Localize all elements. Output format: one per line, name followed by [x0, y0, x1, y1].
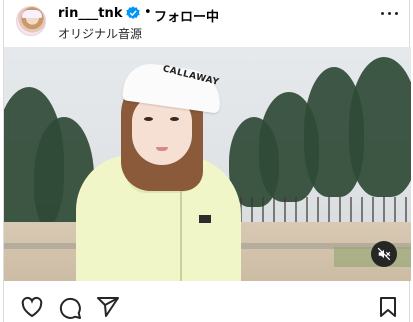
mute-icon [377, 247, 391, 261]
username[interactable]: rin___tnk [58, 6, 123, 21]
post-header: rin___tnk • フォロー中 オリジナル音源 [4, 0, 409, 46]
golfer: CALLAWAY [76, 55, 241, 281]
instagram-post: rin___tnk • フォロー中 オリジナル音源 CALLAWAY [3, 0, 411, 322]
avatar[interactable] [16, 6, 46, 36]
action-bar [4, 288, 409, 322]
bookmark-icon[interactable] [379, 296, 397, 318]
comment-icon[interactable] [58, 296, 82, 320]
following-button[interactable]: フォロー中 [154, 6, 219, 25]
verified-badge-icon [126, 6, 140, 19]
share-icon[interactable] [96, 296, 120, 318]
video-player[interactable]: CALLAWAY [4, 47, 411, 281]
more-options-icon[interactable] [381, 8, 399, 18]
header-separator: • [144, 5, 152, 20]
mute-button[interactable] [371, 241, 397, 267]
audio-label[interactable]: オリジナル音源 [58, 25, 142, 42]
heart-icon[interactable] [20, 296, 44, 318]
